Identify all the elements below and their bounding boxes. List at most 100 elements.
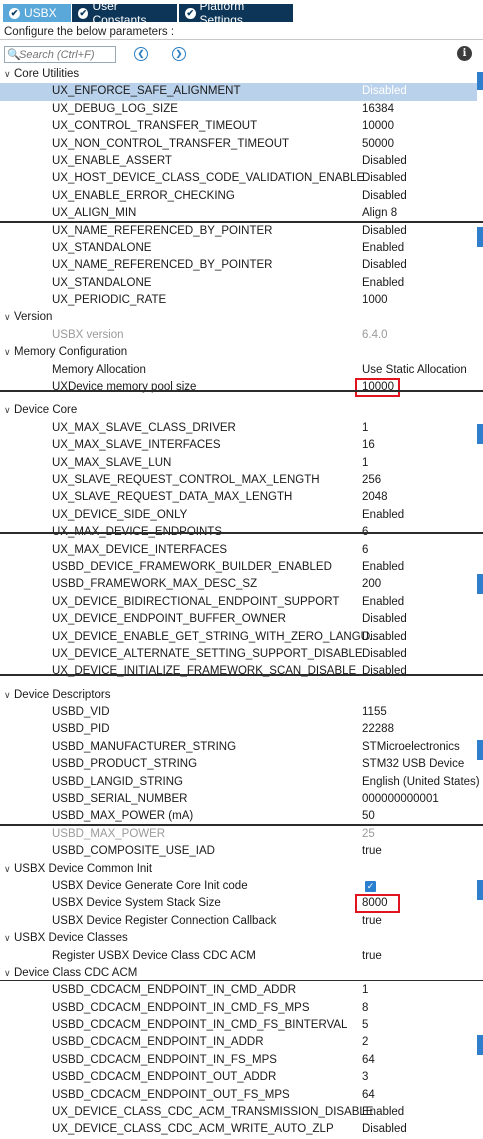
parameter-value[interactable]: Enabled <box>362 594 404 611</box>
parameter-row[interactable]: UX_STANDALONE Enabled <box>0 240 477 257</box>
previous-match-icon[interactable]: ❮ <box>134 47 148 61</box>
parameter-row[interactable]: USBD_CDCACM_ENDPOINT_IN_CMD_FS_BINTERVAL… <box>0 1017 477 1034</box>
parameter-value[interactable]: true <box>362 948 382 965</box>
parameter-row[interactable]: USBD_FRAMEWORK_MAX_DESC_SZ 200 <box>0 576 477 593</box>
parameter-value[interactable]: English (United States) <box>362 774 480 791</box>
parameter-row[interactable]: USBD_CDCACM_ENDPOINT_OUT_ADDR 3 <box>0 1069 477 1086</box>
parameter-row[interactable]: USBD_CDCACM_ENDPOINT_IN_CMD_FS_MPS 8 <box>0 1000 477 1017</box>
category-row[interactable]: ∨ USBX Device Common Init <box>0 861 477 878</box>
parameter-value[interactable]: Disabled <box>362 188 407 205</box>
parameter-row[interactable]: UX_DEVICE_CLASS_CDC_ACM_WRITE_AUTO_ZLP Di… <box>0 1121 477 1138</box>
parameter-value[interactable]: Disabled <box>362 170 407 187</box>
parameter-row[interactable]: UX_SLAVE_REQUEST_DATA_MAX_LENGTH 2048 <box>0 489 477 506</box>
info-icon[interactable]: i <box>457 46 472 61</box>
parameter-value[interactable]: 64 <box>362 1087 375 1104</box>
next-match-icon[interactable]: ❯ <box>172 47 186 61</box>
parameter-row[interactable]: UX_ENABLE_ASSERT Disabled <box>0 153 477 170</box>
parameter-value[interactable]: 64 <box>362 1052 375 1069</box>
parameter-row[interactable]: USBD_PRODUCT_STRING STM32 USB Device <box>0 756 477 773</box>
parameter-row[interactable]: UX_ALIGN_MIN Align 8 <box>0 205 477 222</box>
parameter-value[interactable]: 10000 <box>362 118 394 135</box>
category-row[interactable]: ∨ USBX Device Classes <box>0 930 477 947</box>
parameter-row[interactable]: USBD_CDCACM_ENDPOINT_OUT_FS_MPS 64 <box>0 1087 477 1104</box>
parameter-value[interactable]: Disabled <box>362 611 407 628</box>
parameter-row[interactable]: UX_DEVICE_SIDE_ONLY Enabled <box>0 507 477 524</box>
parameter-value[interactable]: Disabled <box>362 257 407 274</box>
parameter-row[interactable]: UX_DEVICE_ENABLE_GET_STRING_WITH_ZERO_LA… <box>0 629 477 646</box>
parameter-value[interactable]: Enabled <box>362 275 404 292</box>
parameter-value[interactable]: 22288 <box>362 721 394 738</box>
parameter-value[interactable]: true <box>362 913 382 930</box>
parameter-value[interactable]: Disabled <box>362 223 407 240</box>
chevron-down-icon[interactable]: ∨ <box>4 309 11 326</box>
parameter-row[interactable]: UX_SLAVE_REQUEST_CONTROL_MAX_LENGTH 256 <box>0 472 477 489</box>
parameter-value[interactable]: 000000000001 <box>362 791 439 808</box>
parameter-row[interactable]: USBD_MANUFACTURER_STRING STMicroelectroni… <box>0 739 477 756</box>
parameter-value[interactable]: 6 <box>362 542 368 559</box>
parameter-row[interactable]: UX_MAX_DEVICE_INTERFACES 6 <box>0 542 477 559</box>
parameter-value[interactable]: 3 <box>362 1069 368 1086</box>
parameter-value[interactable]: 8 <box>362 1000 368 1017</box>
search-box[interactable]: 🔍 <box>4 46 116 63</box>
parameter-row[interactable]: USBD_CDCACM_ENDPOINT_IN_FS_MPS 64 <box>0 1052 477 1069</box>
parameter-row[interactable]: UX_NAME_REFERENCED_BY_POINTER Disabled <box>0 257 477 274</box>
chevron-down-icon[interactable]: ∨ <box>4 861 11 878</box>
tab-usbx[interactable]: ✔ USBX <box>3 4 71 22</box>
chevron-down-icon[interactable]: ∨ <box>4 687 11 704</box>
parameter-value[interactable]: Disabled <box>362 83 407 100</box>
parameter-row[interactable]: USBD_PID 22288 <box>0 721 477 738</box>
parameter-value[interactable]: 1000 <box>362 292 388 309</box>
parameter-row[interactable]: Register USBX Device Class CDC ACM true <box>0 948 477 965</box>
parameter-row[interactable]: Memory Allocation Use Static Allocation <box>0 362 477 379</box>
parameter-value[interactable]: Align 8 <box>362 205 397 222</box>
parameter-row[interactable]: USBD_MAX_POWER 25 <box>0 826 477 843</box>
parameter-row[interactable]: UX_ENFORCE_SAFE_ALIGNMENT Disabled <box>0 83 477 101</box>
category-row[interactable]: ∨ Version <box>0 309 477 326</box>
parameter-row[interactable]: UX_DEVICE_CLASS_CDC_ACM_TRANSMISSION_DIS… <box>0 1104 477 1121</box>
category-row[interactable]: ∨ Device Descriptors <box>0 687 477 704</box>
scrollbar-thumb[interactable] <box>477 424 483 444</box>
parameter-value[interactable]: Enabled <box>362 1104 404 1121</box>
parameter-value[interactable]: 16 <box>362 437 375 454</box>
parameter-value[interactable]: Enabled <box>362 559 404 576</box>
parameter-row[interactable]: UX_PERIODIC_RATE 1000 <box>0 292 477 309</box>
parameter-row[interactable]: UX_NAME_REFERENCED_BY_POINTER Disabled <box>0 223 477 240</box>
parameter-row[interactable]: USBD_SERIAL_NUMBER 000000000001 <box>0 791 477 808</box>
parameter-value[interactable]: Disabled <box>362 646 407 663</box>
category-row[interactable]: ∨ Device Core <box>0 402 477 419</box>
parameter-value[interactable]: Enabled <box>362 507 404 524</box>
parameter-row[interactable]: UX_MAX_SLAVE_LUN 1 <box>0 455 477 472</box>
parameter-row[interactable]: USBX Device Register Connection Callback… <box>0 913 477 930</box>
parameter-row[interactable]: USBD_LANGID_STRING English (United States… <box>0 774 480 791</box>
parameter-row[interactable]: UX_DEVICE_ENDPOINT_BUFFER_OWNER Disabled <box>0 611 477 628</box>
tab-user-constants[interactable]: ✔ User Constants <box>72 0 177 27</box>
parameter-value[interactable]: Disabled <box>362 629 407 646</box>
parameter-row[interactable]: UX_STANDALONE Enabled <box>0 275 477 292</box>
scrollbar-thumb[interactable] <box>477 574 483 594</box>
parameter-value[interactable]: 2 <box>362 1034 368 1051</box>
scrollbar-thumb[interactable] <box>477 880 483 900</box>
category-row[interactable]: ∨ Core Utilities <box>0 66 477 83</box>
parameter-value[interactable]: true <box>362 843 382 860</box>
chevron-down-icon[interactable]: ∨ <box>4 66 11 83</box>
scrollbar-thumb[interactable] <box>477 227 483 247</box>
parameter-row[interactable]: UX_DEBUG_LOG_SIZE 16384 <box>0 101 477 118</box>
parameter-row[interactable]: USBD_CDCACM_ENDPOINT_IN_ADDR 2 <box>0 1034 477 1051</box>
parameter-value[interactable]: 50000 <box>362 136 394 153</box>
parameter-row[interactable]: UX_DEVICE_BIDIRECTIONAL_ENDPOINT_SUPPORT… <box>0 594 477 611</box>
parameter-row[interactable]: USBD_DEVICE_FRAMEWORK_BUILDER_ENABLED Ena… <box>0 559 477 576</box>
chevron-down-icon[interactable]: ∨ <box>4 402 11 419</box>
parameter-value[interactable]: Disabled <box>362 153 407 170</box>
chevron-down-icon[interactable]: ∨ <box>4 930 11 947</box>
parameter-value[interactable]: 256 <box>362 472 381 489</box>
category-row[interactable]: ∨ Memory Configuration <box>0 344 477 361</box>
parameter-value[interactable]: Use Static Allocation <box>362 362 467 379</box>
parameter-value[interactable]: 5 <box>362 1017 368 1034</box>
parameter-value[interactable]: 16384 <box>362 101 394 118</box>
parameter-value[interactable]: 2048 <box>362 489 388 506</box>
parameter-row[interactable]: USBX version 6.4.0 <box>0 327 477 344</box>
parameter-row[interactable]: UX_DEVICE_ALTERNATE_SETTING_SUPPORT_DISA… <box>0 646 477 663</box>
parameter-row[interactable]: USBX Device Generate Core Init code ✓ <box>0 878 477 895</box>
parameter-row[interactable]: USBD_CDCACM_ENDPOINT_IN_CMD_ADDR 1 <box>0 982 477 999</box>
parameter-value[interactable]: Disabled <box>362 663 407 680</box>
